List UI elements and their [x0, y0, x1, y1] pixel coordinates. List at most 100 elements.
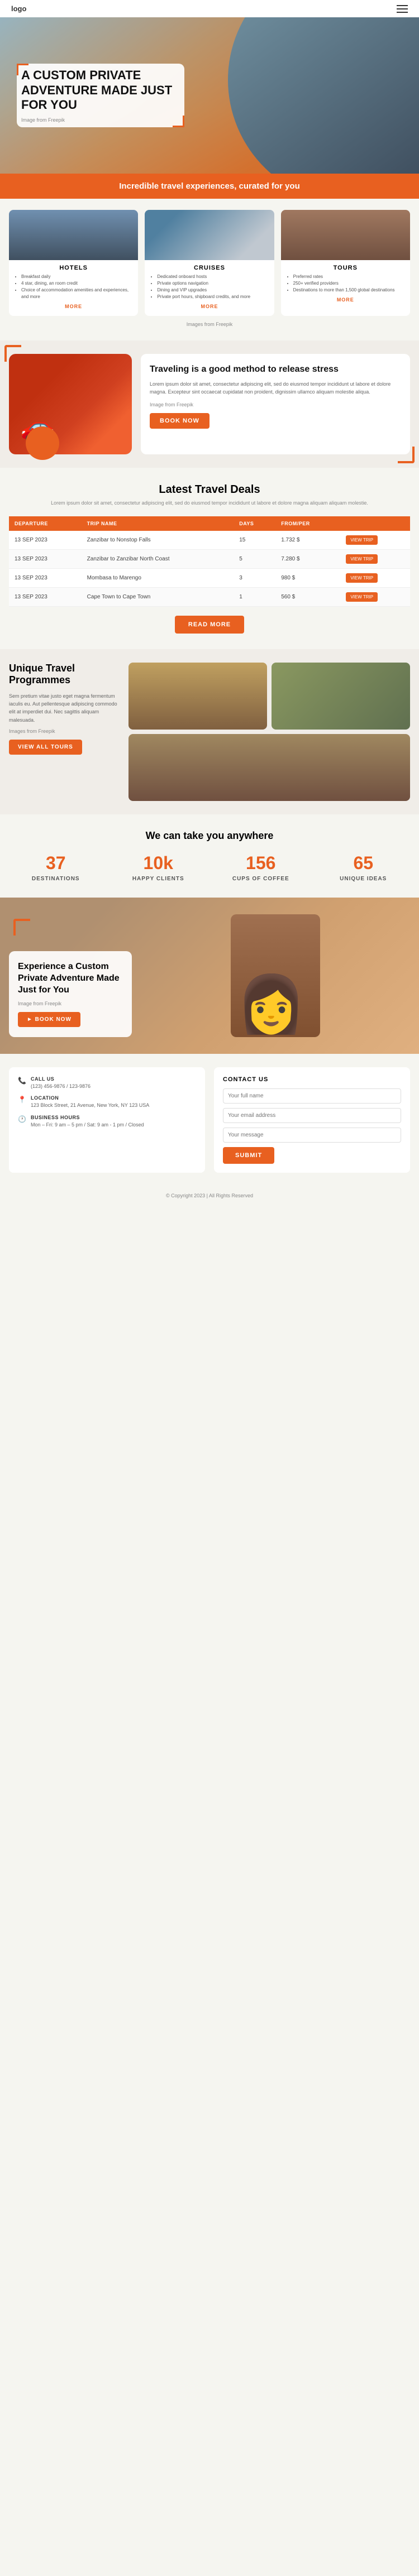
stat-number-coffee: 156	[214, 853, 308, 874]
hero-title: A CUSTOM PRIVATE ADVENTURE MADE JUST FOR…	[21, 68, 180, 112]
programmes-text: Unique Travel Programmes Sem pretium vit…	[9, 663, 121, 801]
clock-icon: 🕐	[18, 1115, 26, 1123]
hamburger-menu[interactable]	[397, 5, 408, 13]
programme-image-2	[272, 663, 410, 730]
call-us-label: CALL US	[31, 1076, 91, 1082]
stress-card: Traveling is a good method to release st…	[141, 354, 410, 454]
tours-more-link[interactable]: MORE	[281, 297, 410, 303]
table-row: 13 SEP 2023 Zanzibar to Zanzibar North C…	[9, 549, 410, 568]
service-card-hotels: HOTELS Breakfast daily 4 star, dining, a…	[9, 210, 138, 316]
hero-section: A CUSTOM PRIVATE ADVENTURE MADE JUST FOR…	[0, 17, 419, 174]
view-tours-button[interactable]: VIEW ALL TOURS	[9, 740, 82, 755]
stat-label-ideas: UNIQUE IDEAS	[317, 876, 411, 882]
stress-image-wrap	[9, 354, 132, 454]
programmes-section: Unique Travel Programmes Sem pretium vit…	[0, 649, 419, 814]
deals-header-row: DEPARTURE TRIP NAME DAYS FROM/PER	[9, 516, 410, 531]
row1-trip: Zanzibar to Nonstop Falls	[82, 531, 234, 550]
adventure-image	[141, 914, 410, 1037]
row3-departure: 13 SEP 2023	[9, 568, 82, 587]
col-days: DAYS	[234, 516, 275, 531]
deals-section: Latest Travel Deals Lorem ipsum dolor si…	[0, 468, 419, 649]
cruises-more-link[interactable]: MORE	[145, 304, 274, 309]
stat-coffee: 156 CUPS OF COFFEE	[214, 853, 308, 882]
service-card-cruises: CRUISES Dedicated onboard hosts Private …	[145, 210, 274, 316]
copyright-text: © Copyright 2023 | All Rights Reserved	[166, 1193, 253, 1198]
row3-price: 980 $	[275, 568, 340, 587]
programmes-heading: Unique Travel Programmes	[9, 663, 121, 687]
stat-number-ideas: 65	[317, 853, 411, 874]
adventure-card: Experience a Custom Private Adventure Ma…	[9, 951, 132, 1037]
email-input[interactable]	[223, 1108, 401, 1123]
hotels-title: HOTELS	[9, 260, 138, 274]
table-row: 13 SEP 2023 Mombasa to Marengo 3 980 $ V…	[9, 568, 410, 587]
stats-heading: We can take you anywhere	[9, 830, 410, 842]
hours-label: BUSINESS HOURS	[31, 1115, 144, 1120]
row4-days: 1	[234, 587, 275, 606]
footer-contact-form: Contact Us SUBMIT	[214, 1067, 410, 1173]
stress-body: Lorem ipsum dolor sit amet, consectetur …	[150, 380, 401, 396]
stat-ideas: 65 UNIQUE IDEAS	[317, 853, 411, 882]
row3-days: 3	[234, 568, 275, 587]
phone-value: (123) 456-9876 / 123-9876	[31, 1083, 91, 1090]
location-label: LOCATION	[31, 1095, 149, 1101]
programmes-freepik: Images from Freepik	[9, 728, 121, 734]
cruises-title: CRUISES	[145, 260, 274, 274]
row4-trip: Cape Town to Cape Town	[82, 587, 234, 606]
adventure-person-image	[231, 914, 320, 1037]
stat-label-destinations: DESTINATIONS	[9, 876, 103, 882]
row1-days: 15	[234, 531, 275, 550]
row2-days: 5	[234, 549, 275, 568]
table-row: 13 SEP 2023 Cape Town to Cape Town 1 560…	[9, 587, 410, 606]
book-now-button[interactable]: BOOK NOW	[150, 413, 210, 429]
col-action	[340, 516, 410, 531]
hotels-bullets: Breakfast daily 4 star, dining, an room …	[9, 274, 138, 300]
name-input[interactable]	[223, 1088, 401, 1104]
row2-departure: 13 SEP 2023	[9, 549, 82, 568]
hotels-more-link[interactable]: MORE	[9, 304, 138, 309]
row2-price: 7.280 $	[275, 549, 340, 568]
tours-title: TOURS	[281, 260, 410, 274]
deals-table: DEPARTURE TRIP NAME DAYS FROM/PER 13 SEP…	[9, 516, 410, 607]
col-price: FROM/PER	[275, 516, 340, 531]
read-more-button[interactable]: READ MORE	[175, 616, 244, 634]
stat-label-coffee: CUPS OF COFFEE	[214, 876, 308, 882]
adventure-book-button[interactable]: ► BOOK NOW	[18, 1012, 80, 1027]
adventure-heading: Experience a Custom Private Adventure Ma…	[18, 961, 123, 996]
hours-value: Mon – Fri: 9 am – 5 pm / Sat: 9 am - 1 p…	[31, 1121, 144, 1129]
deals-subtext: Lorem ipsum dolor sit amet, consectetur …	[9, 500, 410, 507]
row2-trip: Zanzibar to Zanzibar North Coast	[82, 549, 234, 568]
address-value: 123 Block Street, 21 Avenue, New York, N…	[31, 1102, 149, 1109]
adventure-freepik: Image from Freepik	[18, 1001, 123, 1006]
message-input[interactable]	[223, 1128, 401, 1143]
submit-button[interactable]: SUBMIT	[223, 1147, 274, 1164]
view-trip-btn-4[interactable]: VIEW TRIP	[346, 592, 378, 602]
banner-text: Incredible travel experiences, curated f…	[119, 181, 299, 191]
stat-number-destinations: 37	[9, 853, 103, 874]
row4-departure: 13 SEP 2023	[9, 587, 82, 606]
deals-heading: Latest Travel Deals	[9, 483, 410, 496]
contact-phone-item: 📞 CALL US (123) 456-9876 / 123-9876	[18, 1076, 196, 1090]
programmes-images	[128, 663, 410, 801]
tours-image	[281, 210, 410, 260]
footer-section: 📞 CALL US (123) 456-9876 / 123-9876 📍 LO…	[0, 1054, 419, 1186]
stat-number-clients: 10k	[112, 853, 206, 874]
cruises-bullets: Dedicated onboard hosts Private options …	[145, 274, 274, 300]
stress-circle	[26, 426, 59, 460]
hero-card: A CUSTOM PRIVATE ADVENTURE MADE JUST FOR…	[17, 64, 184, 127]
programme-image-1	[128, 663, 267, 730]
stats-section: We can take you anywhere 37 DESTINATIONS…	[0, 814, 419, 898]
contact-location-item: 📍 LOCATION 123 Block Street, 21 Avenue, …	[18, 1095, 196, 1109]
stress-heading: Traveling is a good method to release st…	[150, 364, 401, 376]
stress-freepik: Image from Freepik	[150, 402, 401, 407]
hotels-image	[9, 210, 138, 260]
view-trip-btn-1[interactable]: VIEW TRIP	[346, 535, 378, 545]
col-trip: TRIP NAME	[82, 516, 234, 531]
banner: Incredible travel experiences, curated f…	[0, 174, 419, 199]
tours-bullets: Preferred rates 250+ verified providers …	[281, 274, 410, 294]
view-trip-btn-3[interactable]: VIEW TRIP	[346, 573, 378, 583]
contact-hours-item: 🕐 BUSINESS HOURS Mon – Fri: 9 am – 5 pm …	[18, 1115, 196, 1129]
view-trip-btn-2[interactable]: VIEW TRIP	[346, 554, 378, 564]
col-departure: DEPARTURE	[9, 516, 82, 531]
stat-label-clients: HAPPY CLIENTS	[112, 876, 206, 882]
footer-bottom: © Copyright 2023 | All Rights Reserved	[0, 1186, 419, 1205]
